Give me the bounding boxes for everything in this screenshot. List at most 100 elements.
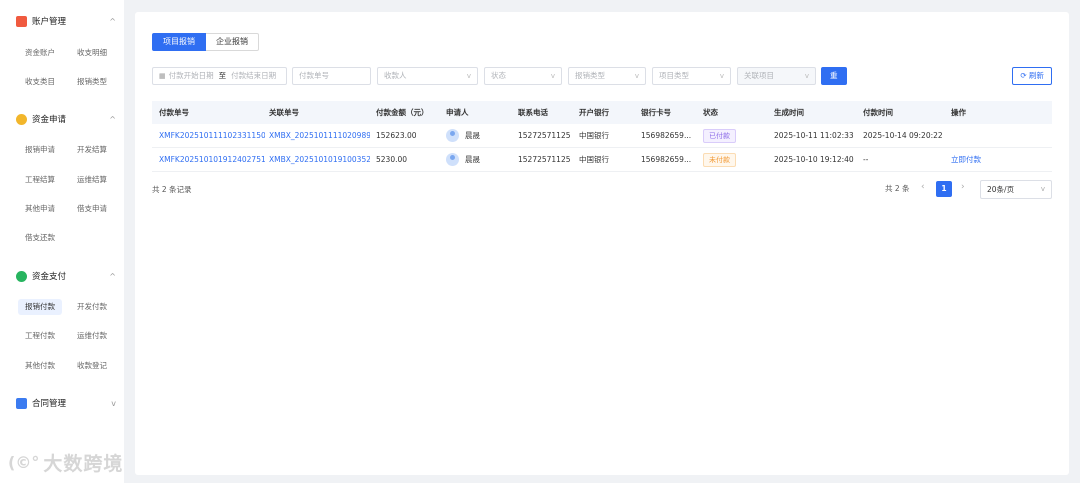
prev-page-icon[interactable]: ‹ bbox=[921, 182, 925, 192]
chevron-up-icon: ^ bbox=[109, 271, 116, 281]
created-time: 2025-10-10 19:12:40 bbox=[774, 155, 854, 164]
tab-company-reimb[interactable]: 企业报销 bbox=[206, 33, 259, 51]
calendar-icon: ▦ bbox=[159, 72, 166, 80]
payee-select[interactable]: 收款人 v bbox=[377, 67, 478, 85]
sidebar-item-reimb-apply[interactable]: 报销申请 bbox=[18, 142, 62, 158]
pay-no-input[interactable]: 付款单号 bbox=[292, 67, 371, 85]
avatar bbox=[446, 129, 459, 142]
main-panel: 项目报销 企业报销 ▦ 付款开始日期 至 付款结束日期 付款单号 收款人 v 状… bbox=[135, 12, 1069, 475]
chevron-down-icon: v bbox=[634, 72, 639, 80]
tab-project-reimb[interactable]: 项目报销 bbox=[152, 33, 206, 51]
sidebar-item-ops-pay[interactable]: 运维付款 bbox=[70, 328, 114, 344]
pager-total: 共 2 条 bbox=[885, 184, 910, 193]
total-records: 共 2 条记录 bbox=[152, 185, 192, 194]
project-type-select[interactable]: 项目类型 v bbox=[652, 67, 731, 85]
page-size-value: 20条/页 bbox=[987, 185, 1015, 194]
paid-time: -- bbox=[863, 155, 869, 164]
chevron-down-icon: v bbox=[550, 72, 555, 80]
chevron-down-icon: v bbox=[111, 398, 116, 408]
contract-icon bbox=[16, 397, 27, 409]
menu-group-account[interactable]: 账户管理 ^ bbox=[16, 12, 116, 30]
date-start-input[interactable]: 付款开始日期 bbox=[169, 68, 214, 84]
reimb-type-placeholder: 报销类型 bbox=[575, 71, 605, 80]
pay-no-link[interactable]: XMFK202510111102331150 bbox=[159, 124, 265, 147]
watermark-logo-icon: (©° bbox=[8, 453, 40, 472]
menu-group-fund-apply[interactable]: 资金申请 ^ bbox=[16, 110, 116, 128]
sidebar-item-dev-pay[interactable]: 开发付款 bbox=[70, 299, 114, 315]
menu-group-title: 资金支付 bbox=[32, 272, 67, 282]
col-phone: 联系电话 bbox=[518, 108, 548, 117]
sidebar-item-ops-settle[interactable]: 运维结算 bbox=[70, 172, 114, 188]
menu-group-title: 资金申请 bbox=[32, 115, 67, 125]
col-status: 状态 bbox=[703, 108, 718, 117]
phone: 15272571125 bbox=[518, 131, 571, 140]
status-cell: 未付款 bbox=[703, 148, 736, 171]
col-action: 操作 bbox=[951, 108, 966, 117]
payments-table: 付款单号 关联单号 付款金额（元） 申请人 联系电话 开户银行 银行卡号 状态 … bbox=[152, 101, 1052, 172]
date-range-picker[interactable]: ▦ 付款开始日期 至 付款结束日期 bbox=[152, 67, 287, 85]
bank: 中国银行 bbox=[579, 155, 609, 164]
col-bank: 开户银行 bbox=[579, 108, 609, 117]
chevron-down-icon: v bbox=[804, 72, 809, 80]
pay-now-link[interactable]: 立即付款 bbox=[951, 148, 981, 171]
next-page-icon[interactable]: › bbox=[961, 182, 965, 192]
sidebar-item-categories[interactable]: 收支类目 bbox=[18, 74, 62, 90]
account-icon bbox=[16, 15, 27, 27]
reimb-type-select[interactable]: 报销类型 v bbox=[568, 67, 646, 85]
table-header: 付款单号 关联单号 付款金额（元） 申请人 联系电话 开户银行 银行卡号 状态 … bbox=[152, 101, 1052, 124]
table-row: XMFK202510111102331150 XMBX_202510111102… bbox=[152, 124, 1052, 148]
page-size-select[interactable]: 20条/页 v bbox=[980, 180, 1052, 199]
menu-group-title: 账户管理 bbox=[32, 17, 67, 27]
amount: 152623.00 bbox=[376, 131, 417, 140]
sidebar-item-eng-settle[interactable]: 工程结算 bbox=[18, 172, 62, 188]
status-cell: 已付款 bbox=[703, 124, 736, 147]
col-created: 生成时间 bbox=[774, 108, 804, 117]
sidebar-item-other-apply[interactable]: 其他申请 bbox=[18, 201, 62, 217]
created-time: 2025-10-11 11:02:33 bbox=[774, 131, 854, 140]
chevron-down-icon: v bbox=[466, 72, 471, 80]
reset-button[interactable]: 重置 bbox=[821, 67, 847, 98]
chevron-up-icon: ^ bbox=[109, 16, 116, 26]
status-select[interactable]: 状态 v bbox=[484, 67, 562, 85]
related-project-placeholder: 关联项目 bbox=[744, 71, 774, 80]
sidebar-item-loan-apply[interactable]: 借支申请 bbox=[70, 201, 114, 217]
applicant-name: 晨晟 bbox=[465, 155, 480, 164]
status-badge: 未付款 bbox=[703, 152, 736, 167]
col-paid: 付款时间 bbox=[863, 108, 893, 117]
applicant-name: 晨晟 bbox=[465, 131, 480, 140]
amount: 5230.00 bbox=[376, 155, 408, 164]
col-related-no: 关联单号 bbox=[269, 108, 299, 117]
sidebar-item-receipt[interactable]: 收款登记 bbox=[70, 358, 114, 374]
paid-time: 2025-10-14 09:20:22 bbox=[863, 131, 943, 140]
refresh-icon: ⟳ bbox=[1020, 71, 1029, 80]
refresh-button[interactable]: ⟳ 刷新 bbox=[1012, 67, 1052, 85]
sidebar-item-reimb-pay[interactable]: 报销付款 bbox=[18, 299, 62, 315]
col-amount: 付款金额（元） bbox=[376, 108, 429, 117]
chevron-down-icon: v bbox=[719, 72, 724, 80]
sidebar: 账户管理 ^ 资金账户 收支明细 收支类目 报销类型 资金申请 ^ 报销申请 开… bbox=[0, 0, 124, 483]
menu-group-title: 合同管理 bbox=[32, 399, 67, 409]
pay-no-link[interactable]: XMFK202510101912402751 bbox=[159, 148, 265, 171]
sidebar-item-reimb-types[interactable]: 报销类型 bbox=[70, 74, 114, 90]
chevron-up-icon: ^ bbox=[109, 114, 116, 124]
sidebar-item-other-pay[interactable]: 其他付款 bbox=[18, 358, 62, 374]
related-project-select[interactable]: 关联项目 v bbox=[737, 67, 816, 85]
related-no-link[interactable]: XMBX_20251011110209899 bbox=[269, 124, 370, 147]
related-no-link[interactable]: XMBX_20251010191003527 bbox=[269, 148, 370, 171]
refresh-label: 刷新 bbox=[1029, 71, 1044, 80]
sidebar-item-fund-account[interactable]: 资金账户 bbox=[18, 45, 62, 61]
card-no: 156982659... bbox=[641, 155, 692, 164]
sidebar-item-eng-pay[interactable]: 工程付款 bbox=[18, 328, 62, 344]
page-number[interactable]: 1 bbox=[936, 181, 952, 197]
project-type-placeholder: 项目类型 bbox=[659, 71, 689, 80]
date-end-input[interactable]: 付款结束日期 bbox=[231, 68, 276, 84]
sidebar-item-transactions[interactable]: 收支明细 bbox=[70, 45, 114, 61]
chevron-down-icon: v bbox=[1040, 185, 1045, 193]
menu-group-fund-pay[interactable]: 资金支付 ^ bbox=[16, 267, 116, 285]
coin-icon bbox=[16, 113, 27, 125]
avatar bbox=[446, 153, 459, 166]
sidebar-item-dev-settle[interactable]: 开发结算 bbox=[70, 142, 114, 158]
sidebar-item-loan-repay[interactable]: 借支还款 bbox=[18, 230, 62, 246]
menu-group-contract[interactable]: 合同管理 v bbox=[16, 394, 116, 412]
watermark-text: 大数跨境 bbox=[43, 453, 124, 475]
